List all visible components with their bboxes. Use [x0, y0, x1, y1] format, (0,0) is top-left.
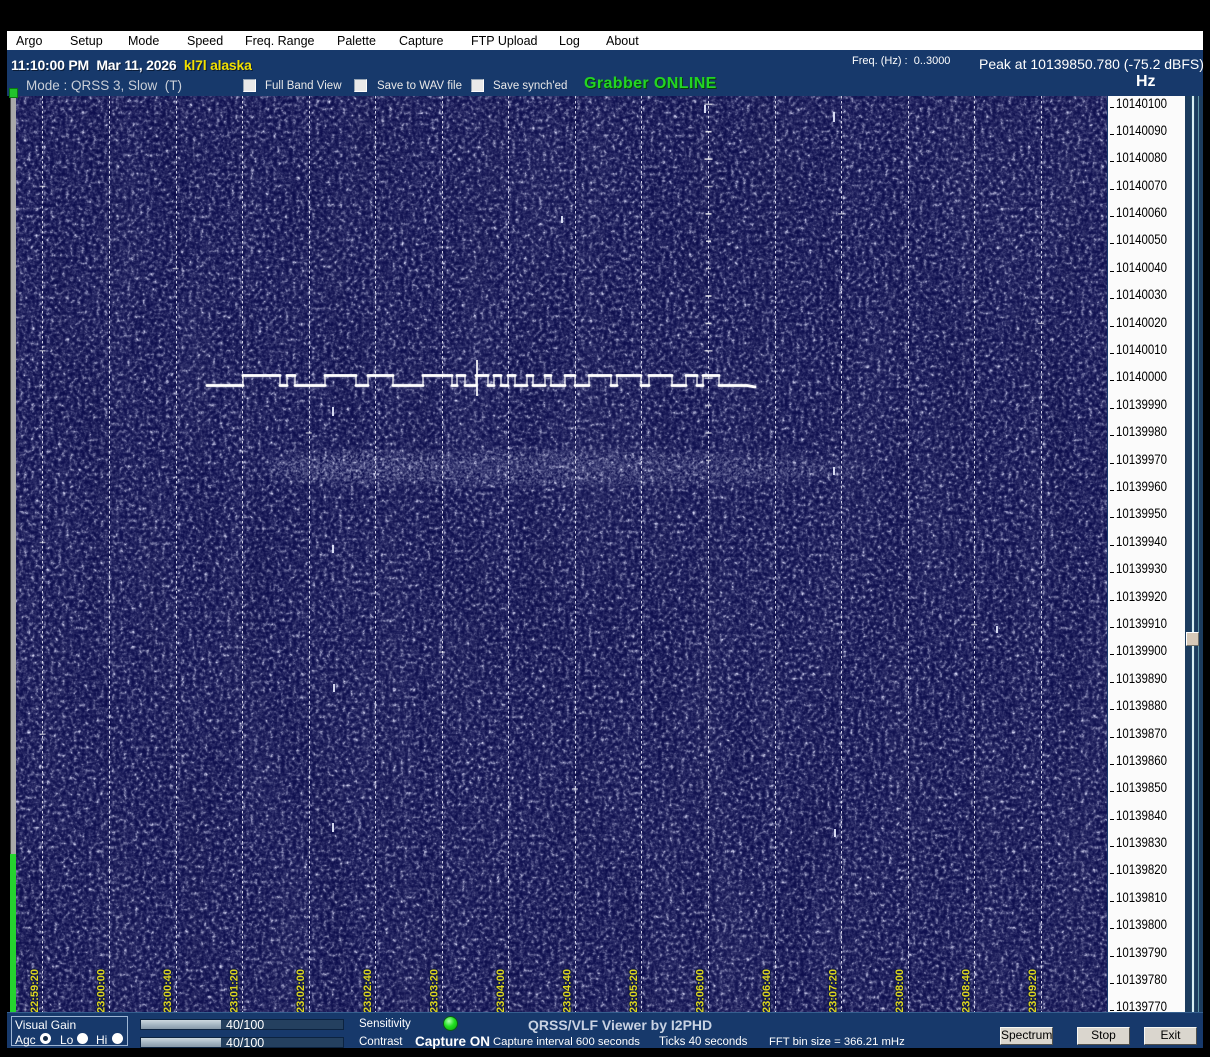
svg-text:23:06:40: 23:06:40 — [761, 969, 773, 1012]
svg-text:23:07:20: 23:07:20 — [828, 969, 840, 1012]
svg-text:23:05:20: 23:05:20 — [628, 969, 640, 1012]
svg-text:23:02:40: 23:02:40 — [362, 969, 374, 1012]
svg-text:23:03:20: 23:03:20 — [428, 969, 440, 1012]
svg-text:23:09:20: 23:09:20 — [1027, 969, 1039, 1012]
svg-text:23:06:00: 23:06:00 — [695, 969, 707, 1012]
svg-text:23:08:00: 23:08:00 — [894, 969, 906, 1012]
svg-text:23:01:20: 23:01:20 — [229, 969, 241, 1012]
svg-text:23:04:40: 23:04:40 — [561, 969, 573, 1012]
svg-text:22:59:20: 22:59:20 — [29, 969, 41, 1012]
svg-text:23:04:00: 23:04:00 — [495, 969, 507, 1012]
svg-text:23:00:40: 23:00:40 — [162, 969, 174, 1012]
svg-text:23:08:40: 23:08:40 — [961, 969, 973, 1012]
svg-text:23:00:00: 23:00:00 — [96, 969, 108, 1012]
svg-text:23:02:00: 23:02:00 — [295, 969, 307, 1012]
